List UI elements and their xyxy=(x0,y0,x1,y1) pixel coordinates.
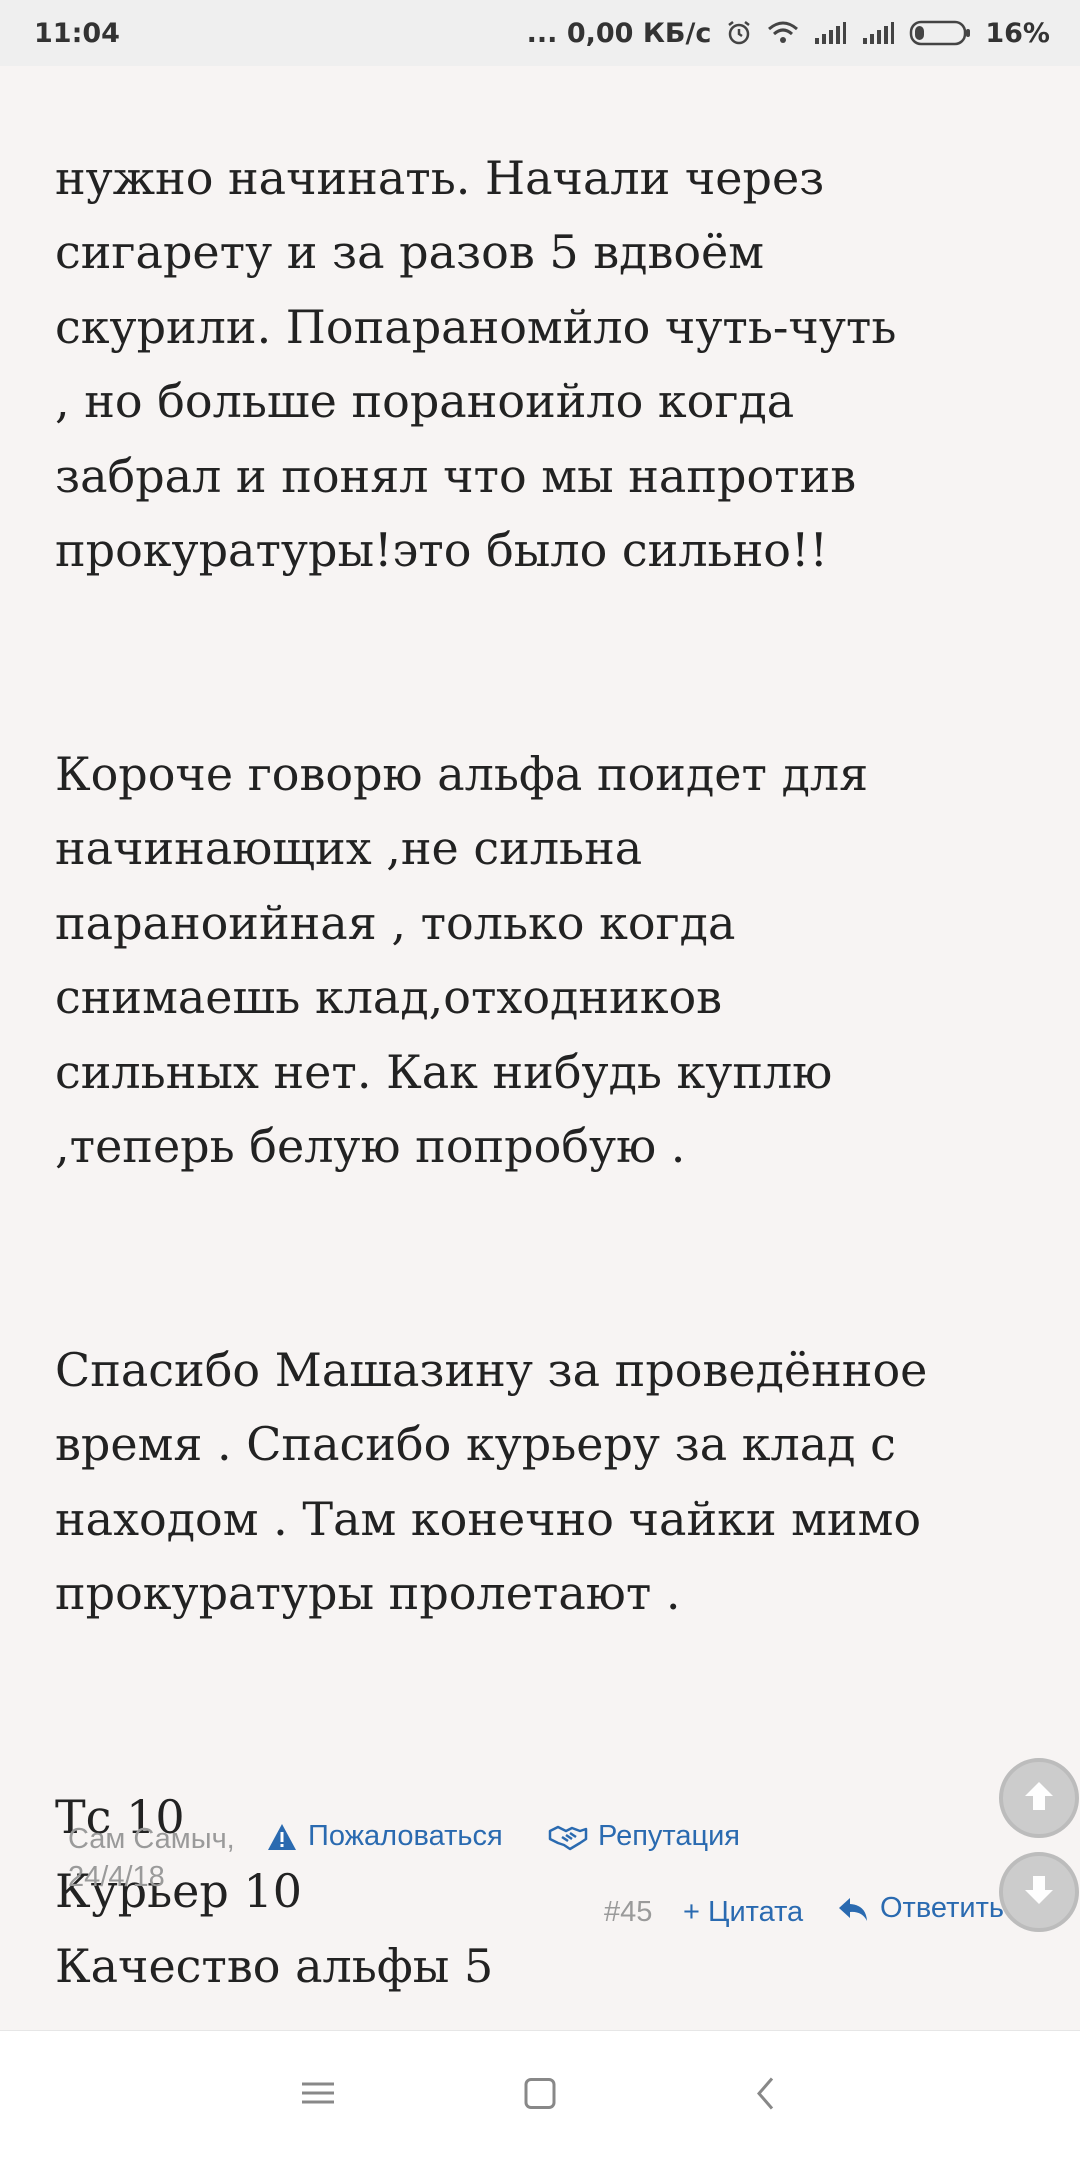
reply-label: Ответить xyxy=(880,1892,1004,1924)
wifi-icon xyxy=(767,20,799,46)
post-meta: Сам Самыч, 24/4/18 xyxy=(68,1820,235,1896)
post-body: нужно начинать. Начали через сигарету и … xyxy=(55,66,1040,2078)
signal-icon xyxy=(813,20,847,46)
post-paragraph: Спасибо Машазину за проведённое время . … xyxy=(55,1342,928,1621)
alarm-icon xyxy=(725,19,753,47)
quote-button[interactable]: + Цитата xyxy=(683,1896,803,1929)
reputation-label: Репутация xyxy=(598,1820,740,1852)
scroll-down-button[interactable] xyxy=(999,1852,1079,1932)
quote-label: + Цитата xyxy=(683,1896,804,1928)
menu-button[interactable] xyxy=(300,2079,336,2114)
chevron-left-icon xyxy=(754,2076,778,2117)
arrow-down-icon xyxy=(1019,1870,1059,1915)
scroll-up-button[interactable] xyxy=(999,1758,1079,1838)
report-label: Пожаловаться xyxy=(308,1820,503,1852)
post-date: 24/4/18 xyxy=(68,1861,165,1893)
battery-icon xyxy=(909,19,971,47)
author-name[interactable]: Сам Самыч, xyxy=(68,1820,235,1858)
status-time: 11:04 xyxy=(34,17,120,49)
square-home-icon xyxy=(523,2077,557,2116)
handshake-icon xyxy=(548,1823,588,1851)
reply-arrow-icon xyxy=(836,1894,870,1924)
navigation-bar xyxy=(0,2030,1080,2161)
status-indicators: ... 0,00 КБ/с 16% xyxy=(527,18,1050,49)
warning-icon xyxy=(266,1822,298,1852)
network-speed: ... 0,00 КБ/с xyxy=(526,17,712,49)
battery-level: 16% xyxy=(985,17,1050,49)
post-paragraph: нужно начинать. Начали через сигарету и … xyxy=(55,150,897,578)
reply-button[interactable]: Ответить xyxy=(836,1892,1004,1925)
status-bar: 11:04 ... 0,00 КБ/с 16% xyxy=(0,0,1080,66)
menu-icon xyxy=(300,2079,336,2114)
post-number[interactable]: #45 xyxy=(604,1896,652,1929)
home-button[interactable] xyxy=(523,2077,557,2116)
arrow-up-icon xyxy=(1019,1776,1059,1821)
post-paragraph: Короче говорю альфа поидет для начинающи… xyxy=(55,746,869,1174)
signal-icon xyxy=(861,20,895,46)
back-button[interactable] xyxy=(754,2076,778,2117)
reputation-button[interactable]: Репутация xyxy=(548,1820,740,1853)
report-button[interactable]: Пожаловаться xyxy=(266,1820,503,1853)
